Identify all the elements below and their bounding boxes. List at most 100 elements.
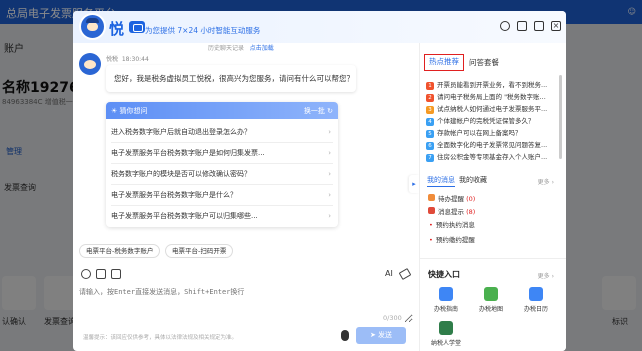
reminder-item[interactable]: 预约执约消息 bbox=[429, 219, 475, 229]
hot-list-item[interactable]: 6 全面数字化的电子发票常见问题答复... bbox=[426, 139, 556, 151]
sidebar-divider bbox=[420, 258, 566, 259]
dialog-header: 悦 为您提供 7×24 小时智能互动服务 × bbox=[73, 11, 566, 43]
topic-chip[interactable]: 电票平台-扫码开票 bbox=[165, 244, 234, 258]
hot-list-item[interactable]: 3 试点纳税人如何通过电子发票服务平... bbox=[426, 103, 556, 115]
history-label: 历史聊天记录 bbox=[208, 45, 245, 52]
message-count: (0) bbox=[466, 195, 476, 203]
composer-toolbar: AI bbox=[73, 267, 419, 285]
microphone-icon[interactable] bbox=[341, 330, 349, 341]
suggested-question[interactable]: 电子发票服务平台税务数字账户是什么？ › bbox=[111, 185, 333, 206]
quick-entry-more-link[interactable]: 更多 › bbox=[538, 271, 554, 280]
background-invoice-query: 发票查询 bbox=[4, 183, 36, 192]
suggested-question[interactable]: 电子发票服务平台税务数字账户可以归集哪些... › bbox=[111, 206, 333, 227]
quick-entry-label: 办税指南 bbox=[433, 306, 458, 313]
history-hint: 历史聊天记录 点击加载 bbox=[208, 43, 274, 52]
eraser-icon[interactable] bbox=[398, 268, 412, 280]
rank-badge: 7 bbox=[426, 154, 434, 162]
quick-entry-calendar[interactable]: 办税日历 bbox=[516, 287, 556, 313]
history-load-link[interactable]: 点击加载 bbox=[250, 45, 274, 52]
hot-item-text: 全面数字化的电子发票常见问题答复... bbox=[437, 141, 548, 149]
suggested-questions-title: ☀ 猜你想问 bbox=[111, 107, 148, 115]
question-text: 电子发票服务平台税务数字账户可以归集哪些... bbox=[111, 212, 258, 220]
bot-name: 悦税 bbox=[106, 56, 119, 63]
edit-icon[interactable] bbox=[96, 269, 106, 279]
message-time: 18:30:44 bbox=[121, 56, 149, 63]
background-user-menu: ☺ bbox=[627, 7, 636, 16]
hot-list-item[interactable]: 2 请问电子税务局上面的 "税务数字账... bbox=[426, 91, 556, 103]
background-invoice-query-2: 发票查询 bbox=[44, 317, 76, 326]
chevron-right-icon: › bbox=[328, 191, 331, 199]
message-label: 消息提示 bbox=[438, 208, 464, 216]
hot-list-item[interactable]: 4 个体建帐户的完税凭证保管多久？ bbox=[426, 115, 556, 127]
tab-my-favorites[interactable]: 我的收藏 bbox=[459, 175, 487, 185]
chevron-right-icon: › bbox=[328, 170, 331, 178]
quick-entry-guide[interactable]: 办税指南 bbox=[426, 287, 466, 313]
assistant-avatar bbox=[79, 13, 106, 40]
hot-list-item[interactable]: 5 存款帐户可以在网上备案吗？ bbox=[426, 127, 556, 139]
send-label: 发送 bbox=[378, 331, 393, 339]
suggested-questions-card: ☀ 猜你想问 换一批 ↻ 进入税务数字账户后就自动退出登录怎么办？ › 电子发票服… bbox=[106, 102, 338, 227]
background-tile bbox=[602, 276, 636, 310]
question-text: 税务数字账户的模块是否可以修改确认密码？ bbox=[111, 170, 251, 178]
collapse-sidebar-toggle[interactable]: ▸ bbox=[409, 175, 419, 193]
quick-entry-title: 快捷入口 bbox=[428, 270, 460, 279]
hot-list-item[interactable]: 1 开票员能看到开票业务，看不到税务... bbox=[426, 79, 556, 91]
hot-item-text: 试点纳税人如何通过电子发票服务平... bbox=[437, 105, 548, 113]
greeting-bubble: 您好，我是税务虚拟员工悦税，很高兴为您服务，请问有什么可以帮您？ bbox=[106, 65, 356, 92]
chat-bubble-icon bbox=[129, 21, 145, 33]
guide-book-icon bbox=[439, 287, 453, 301]
suggested-question[interactable]: 税务数字账户的模块是否可以修改确认密码？ › bbox=[111, 164, 333, 185]
background-manage-link: 管理 bbox=[6, 147, 22, 156]
messages-more-link[interactable]: 更多 › bbox=[538, 177, 554, 186]
chat-area: 历史聊天记录 点击加载 悦税 18:30:44 您好，我是税务虚拟员工悦税，很高… bbox=[73, 43, 419, 267]
message-item-notice[interactable]: 消息提示 (8) bbox=[428, 206, 475, 216]
quick-entry-label: 办税地图 bbox=[478, 306, 503, 313]
expand-icon[interactable] bbox=[517, 21, 527, 31]
reminder-item[interactable]: 预约缴约提醒 bbox=[429, 234, 475, 244]
background-account-label: 账户 bbox=[4, 44, 24, 55]
message-item-todo[interactable]: 待办提醒 (0) bbox=[428, 193, 475, 203]
attachment-icon[interactable] bbox=[111, 269, 121, 279]
message-count: (8) bbox=[466, 208, 476, 216]
hot-list-item[interactable]: 7 住房公积金等专项基金存入个人账户... bbox=[426, 151, 556, 163]
refresh-button[interactable]: 换一批 ↻ bbox=[304, 106, 333, 116]
tab-faq-package[interactable]: 问答套餐 bbox=[469, 57, 499, 68]
rank-badge: 1 bbox=[426, 82, 434, 90]
chevron-right-icon: › bbox=[328, 128, 331, 136]
question-text: 进入税务数字账户后就自动退出登录怎么办？ bbox=[111, 128, 251, 136]
map-pin-icon bbox=[484, 287, 498, 301]
assistant-slogan: 为您提供 7×24 小时智能互动服务 bbox=[145, 26, 261, 35]
message-meta: 悦税 18:30:44 bbox=[106, 54, 149, 63]
quick-entry-map[interactable]: 办税地图 bbox=[471, 287, 511, 313]
tab-hot-recommend[interactable]: 热点推荐 bbox=[424, 54, 464, 71]
tab-my-messages[interactable]: 我的消息 bbox=[427, 175, 455, 187]
emoji-icon[interactable] bbox=[81, 269, 91, 279]
background-tile bbox=[2, 276, 36, 310]
guess-title: 猜你想问 bbox=[119, 107, 148, 115]
user-icon[interactable] bbox=[500, 21, 510, 31]
minimize-icon[interactable] bbox=[534, 21, 544, 31]
ai-toggle[interactable]: AI bbox=[385, 269, 393, 278]
suggested-question[interactable]: 进入税务数字账户后就自动退出登录怎么办？ › bbox=[111, 122, 333, 143]
rank-badge: 5 bbox=[426, 130, 434, 138]
bell-icon bbox=[428, 194, 435, 201]
quick-entry-school[interactable]: 纳税人学堂 bbox=[426, 321, 466, 347]
hot-item-text: 开票员能看到开票业务，看不到税务... bbox=[437, 81, 548, 89]
bot-avatar bbox=[79, 53, 101, 75]
quick-entry-label: 办税日历 bbox=[523, 306, 548, 313]
rank-badge: 3 bbox=[426, 106, 434, 114]
hot-item-text: 请问电子税务局上面的 "税务数字账... bbox=[437, 93, 546, 101]
background-confirm-label: 认确认 bbox=[2, 317, 26, 326]
send-button[interactable]: ➤ 发送 bbox=[356, 327, 406, 344]
message-icon bbox=[428, 207, 435, 214]
topic-chip[interactable]: 电票平台-税务数字账户 bbox=[79, 244, 161, 258]
assistant-logo: 悦 bbox=[109, 20, 125, 38]
suggested-question[interactable]: 电子发票服务平台税务数字账户是如何归集发票... › bbox=[111, 143, 333, 164]
hot-list-scrollbar[interactable] bbox=[559, 75, 562, 159]
disclaimer-tip: 温馨提示：该回应仅供参考，具体以法律法规及相关规定为准。 bbox=[83, 335, 238, 341]
classroom-icon bbox=[439, 321, 453, 335]
close-icon[interactable]: × bbox=[551, 21, 561, 31]
char-counter: 0/300 bbox=[383, 314, 402, 322]
hot-item-text: 个体建帐户的完税凭证保管多久？ bbox=[437, 117, 535, 125]
message-input[interactable] bbox=[79, 287, 413, 323]
